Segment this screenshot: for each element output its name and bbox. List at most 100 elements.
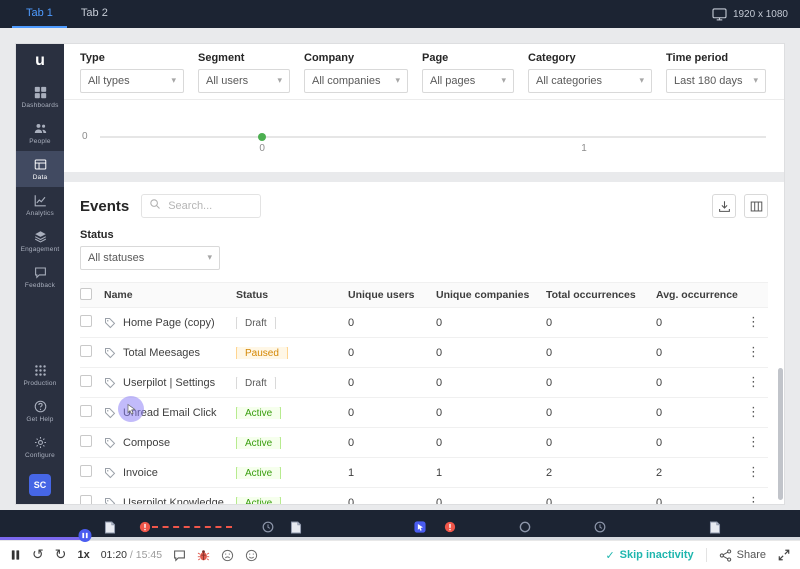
fullscreen-button[interactable] [778, 549, 790, 561]
unique-companies-value: 0 [436, 407, 546, 419]
filter-select-value: All companies [312, 75, 380, 87]
export-button[interactable] [712, 194, 736, 218]
comment-button[interactable] [173, 549, 186, 562]
event-row[interactable]: Home Page (copy) Draft 0 0 0 0 ⋮ [80, 308, 768, 338]
timeline-marker-page[interactable] [105, 521, 116, 534]
timeline-marker-action[interactable] [414, 521, 426, 533]
row-checkbox[interactable] [80, 345, 92, 357]
monitor-icon [712, 8, 727, 21]
playback-timeline[interactable] [0, 510, 800, 540]
timeline-error-segment [152, 526, 232, 528]
chevron-down-icon: ▾ [753, 76, 758, 86]
status-select[interactable]: All statuses ▾ [80, 246, 220, 270]
event-row[interactable]: Compose Active 0 0 0 0 ⋮ [80, 428, 768, 458]
sidebar-item-label: Get Help [26, 416, 53, 423]
rewind-button[interactable]: ↺ [32, 548, 44, 562]
controls-right: ✓ Skip inactivity Share [605, 548, 790, 562]
row-menu-button[interactable]: ⋮ [739, 315, 768, 330]
player-tab-label: Tab 2 [81, 7, 108, 19]
frown-reaction-button[interactable] [221, 549, 234, 562]
sidebar-nav-item[interactable]: Dashboards [16, 79, 64, 115]
filter-select[interactable]: All pages ▾ [422, 69, 514, 93]
timeline-marker-page[interactable] [291, 521, 302, 534]
row-menu-button[interactable]: ⋮ [739, 405, 768, 420]
filter-select-value: Last 180 days [674, 75, 743, 87]
sidebar-nav-item[interactable]: Feedback [16, 259, 64, 295]
col-header-avg-occurrence: Avg. occurrence [656, 289, 742, 301]
cursor-icon [125, 403, 137, 415]
sidebar-nav-item[interactable]: Get Help [16, 393, 64, 429]
forward-button[interactable]: ↻ [55, 548, 67, 562]
event-name: Userpilot | Settings [123, 377, 215, 389]
sidebar-nav-item[interactable]: Data [16, 151, 64, 187]
filter-select[interactable]: All categories ▾ [528, 69, 652, 93]
event-name: Userpilot Knowledge ... [123, 497, 236, 505]
search-input[interactable] [166, 199, 246, 213]
filter-select[interactable]: All types ▾ [80, 69, 184, 93]
bug-report-button[interactable] [197, 549, 210, 562]
timeline-marker-page[interactable] [710, 521, 721, 534]
player-tab[interactable]: Tab 2 [67, 0, 122, 28]
event-row[interactable]: Unread Email Click Active 0 0 0 0 ⋮ [80, 398, 768, 428]
filter-select-value: All pages [430, 75, 475, 87]
sidebar-nav-item[interactable]: Configure [16, 429, 64, 465]
smile-reaction-button[interactable] [245, 549, 258, 562]
user-avatar[interactable]: SC [29, 474, 51, 496]
player-tab-bar: Tab 1 Tab 2 1920 x 1080 [0, 0, 800, 28]
event-row[interactable]: Total Meesages Paused 0 0 0 0 ⋮ [80, 338, 768, 368]
row-menu-button[interactable]: ⋮ [739, 345, 768, 360]
occurrence-slider[interactable]: 0 1 [100, 136, 766, 138]
row-menu-button[interactable]: ⋮ [739, 465, 768, 480]
search-box[interactable] [141, 194, 261, 218]
columns-button[interactable] [744, 194, 768, 218]
row-checkbox[interactable] [80, 435, 92, 447]
playhead[interactable] [78, 529, 91, 542]
sidebar-nav-item[interactable]: People [16, 115, 64, 151]
sidebar-item-icon [34, 364, 47, 377]
sidebar-nav-item[interactable]: Analytics [16, 187, 64, 223]
filter-select[interactable]: All users ▾ [198, 69, 290, 93]
filter-select[interactable]: Last 180 days ▾ [666, 69, 766, 93]
player-tab[interactable]: Tab 1 [12, 0, 67, 28]
row-checkbox[interactable] [80, 315, 92, 327]
sidebar-item-icon [34, 230, 47, 243]
row-checkbox[interactable] [80, 465, 92, 477]
timeline-marker-error[interactable] [139, 521, 151, 533]
row-checkbox[interactable] [80, 405, 92, 417]
sidebar-item-icon [34, 194, 47, 207]
row-checkbox[interactable] [80, 495, 92, 504]
replay-cursor-indicator [118, 396, 144, 422]
skip-inactivity-toggle[interactable]: ✓ Skip inactivity [605, 549, 693, 561]
avg-occurrence-value: 2 [656, 467, 742, 479]
timeline-marker-circle[interactable] [519, 521, 531, 533]
avg-occurrence-value: 0 [656, 497, 742, 505]
timeline-track[interactable] [0, 537, 800, 540]
sidebar-nav-item[interactable]: Production [16, 357, 64, 393]
slider-handle[interactable] [258, 133, 266, 141]
timeline-marker-clock[interactable] [594, 521, 606, 533]
event-tag-icon [104, 347, 116, 359]
total-occurrences-value: 0 [546, 497, 656, 505]
timeline-marker-clock[interactable] [262, 521, 274, 533]
col-header-total-occurrences: Total occurrences [546, 289, 656, 301]
sidebar-nav-item[interactable]: Engagement [16, 223, 64, 259]
timeline-marker-error[interactable] [444, 521, 456, 533]
row-menu-button[interactable]: ⋮ [739, 495, 768, 504]
status-filter: Status All statuses ▾ [80, 229, 768, 270]
event-row[interactable]: Invoice Active 1 1 2 2 ⋮ [80, 458, 768, 488]
row-checkbox[interactable] [80, 375, 92, 387]
share-button[interactable]: Share [719, 549, 766, 562]
chevron-down-icon: ▾ [207, 253, 212, 263]
event-tag-icon [104, 317, 116, 329]
event-row[interactable]: Userpilot | Settings Draft 0 0 0 0 ⋮ [80, 368, 768, 398]
event-row[interactable]: Userpilot Knowledge ... Active 0 0 0 0 ⋮ [80, 488, 768, 504]
row-menu-button[interactable]: ⋮ [739, 375, 768, 390]
playback-speed-button[interactable]: 1x [77, 549, 89, 561]
row-menu-button[interactable]: ⋮ [739, 435, 768, 450]
chevron-down-icon: ▾ [395, 76, 400, 86]
select-all-checkbox[interactable] [80, 288, 92, 300]
filter-select[interactable]: All companies ▾ [304, 69, 408, 93]
sidebar-item-icon [34, 158, 47, 171]
pause-button[interactable] [10, 549, 21, 561]
app-scrollbar[interactable] [778, 368, 783, 500]
